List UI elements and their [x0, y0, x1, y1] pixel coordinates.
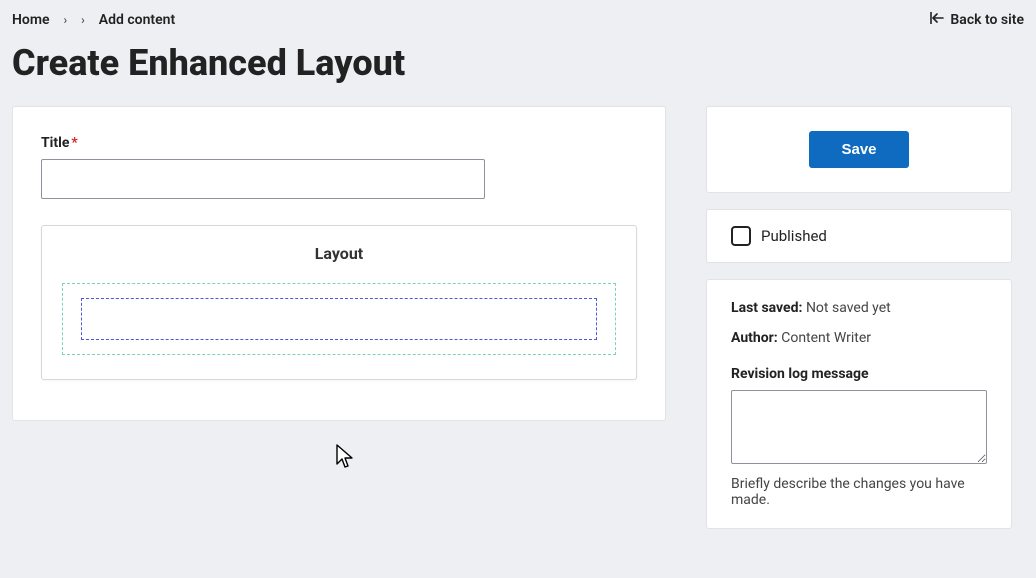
title-label: Title*	[41, 135, 637, 151]
author-row: Author: Content Writer	[731, 330, 987, 346]
published-label: Published	[761, 227, 827, 245]
author-value: Content Writer	[781, 330, 871, 346]
main-column: Title* Layout	[12, 106, 666, 529]
breadcrumb-bar: Home › › Add content Back to site	[0, 0, 1036, 28]
last-saved-row: Last saved: Not saved yet	[731, 300, 987, 316]
back-to-site-label: Back to site	[950, 12, 1024, 28]
published-card: Published	[706, 209, 1012, 263]
breadcrumb-add-content[interactable]: Add content	[99, 12, 175, 28]
published-checkbox[interactable]	[731, 226, 751, 246]
layout-region-inner[interactable]	[81, 298, 597, 340]
title-label-text: Title	[41, 135, 69, 151]
revision-log-label: Revision log message	[731, 366, 987, 382]
back-arrow-icon	[930, 12, 944, 28]
breadcrumbs: Home › › Add content	[12, 12, 175, 28]
required-mark: *	[71, 135, 77, 151]
main-form-card: Title* Layout	[12, 106, 666, 421]
meta-card: Last saved: Not saved yet Author: Conten…	[706, 279, 1012, 529]
layout-region-outer[interactable]	[62, 283, 616, 355]
content-row: Title* Layout Save Published Last saved:…	[0, 106, 1036, 529]
chevron-right-icon: ›	[81, 13, 85, 27]
layout-section: Layout	[41, 225, 637, 380]
author-label: Author:	[731, 330, 778, 346]
save-button[interactable]: Save	[809, 131, 908, 168]
back-to-site-link[interactable]: Back to site	[930, 12, 1024, 28]
layout-heading: Layout	[62, 244, 616, 263]
revision-help-text: Briefly describe the changes you have ma…	[731, 476, 987, 508]
last-saved-value: Not saved yet	[806, 300, 891, 316]
page-title: Create Enhanced Layout	[0, 28, 1036, 106]
last-saved-label: Last saved:	[731, 300, 802, 316]
revision-log-textarea[interactable]	[731, 390, 987, 464]
title-input[interactable]	[41, 159, 485, 199]
save-card: Save	[706, 106, 1012, 193]
chevron-right-icon: ›	[64, 13, 68, 27]
sidebar-column: Save Published Last saved: Not saved yet…	[706, 106, 1012, 529]
breadcrumb-home[interactable]: Home	[12, 12, 50, 28]
